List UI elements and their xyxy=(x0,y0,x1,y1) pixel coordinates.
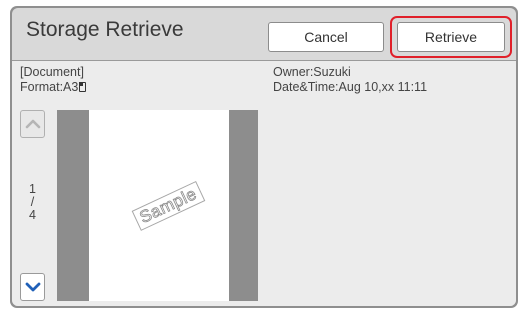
format-label: Format:A3 xyxy=(20,80,79,94)
storage-retrieve-panel: Storage Retrieve Cancel Retrieve [Docume… xyxy=(12,8,516,306)
sample-watermark: Sample xyxy=(131,181,205,231)
page-total: 4 xyxy=(29,208,36,222)
retrieve-highlight xyxy=(390,16,512,58)
chevron-down-icon xyxy=(25,282,40,292)
document-kind: [Document] xyxy=(20,65,84,79)
document-info: [Document] Format:A3 xyxy=(20,65,87,95)
page-down-button[interactable] xyxy=(20,273,45,301)
page-indicator: 1 / 4 xyxy=(20,183,45,222)
cancel-button[interactable]: Cancel xyxy=(268,22,384,52)
page-title: Storage Retrieve xyxy=(26,18,184,41)
format-row: Format:A3 xyxy=(20,80,87,95)
content-area: [Document] Format:A3 Owner:Suzuki Date&T… xyxy=(12,61,516,306)
datetime-label: Date&Time:Aug 10,xx 11:11 xyxy=(273,80,428,94)
owner-info: Owner:Suzuki Date&Time:Aug 10,xx 11:11 xyxy=(273,65,427,95)
preview-page: Sample xyxy=(89,110,229,301)
owner-label: Owner:Suzuki xyxy=(273,65,351,79)
chevron-up-icon xyxy=(25,119,40,129)
page-up-button[interactable] xyxy=(20,110,45,138)
dialog-frame: Storage Retrieve Cancel Retrieve [Docume… xyxy=(10,6,518,308)
paper-orientation-icon xyxy=(79,82,87,92)
